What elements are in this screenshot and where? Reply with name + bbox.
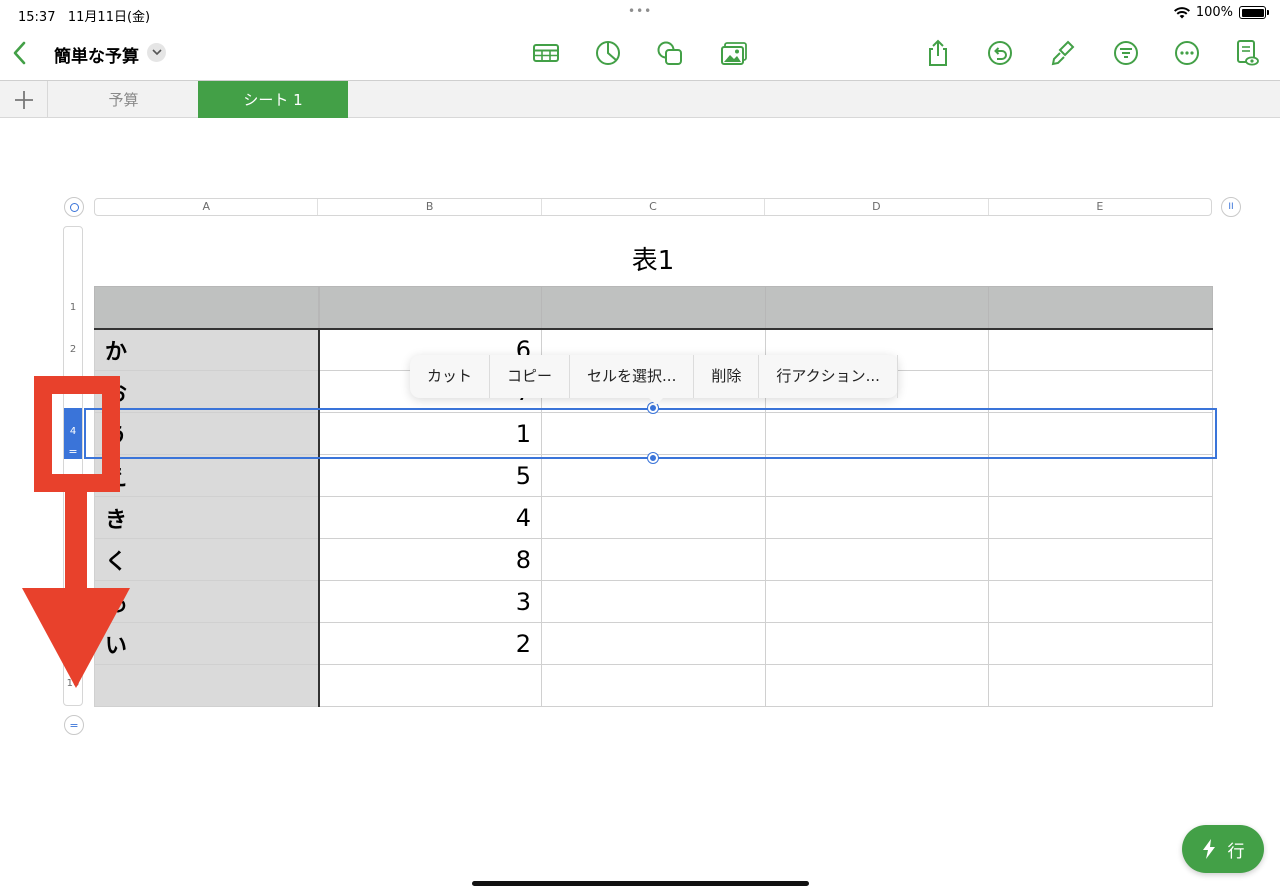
context-menu: カット コピー セルを選択... 削除 行アクション... — [410, 355, 898, 405]
row-selection-outline — [84, 408, 1217, 459]
row-header-1[interactable]: 1 — [64, 302, 82, 313]
annotation-highlight-box — [34, 376, 120, 492]
table-cell[interactable] — [541, 622, 766, 665]
battery-icon — [1239, 6, 1269, 19]
selection-handle-bottom[interactable] — [648, 453, 658, 463]
table-cell[interactable]: く — [94, 538, 320, 581]
plus-icon — [14, 90, 33, 109]
table-cell[interactable] — [541, 580, 766, 623]
table-cell[interactable]: か — [94, 328, 320, 371]
table-cell[interactable] — [988, 286, 1213, 330]
more-icon[interactable] — [1172, 38, 1202, 68]
chart-icon[interactable] — [593, 38, 623, 68]
annotation-arrow-down-icon — [22, 588, 130, 688]
tab-budget[interactable]: 予算 — [49, 81, 199, 118]
table-cell[interactable] — [765, 538, 989, 581]
table-cell[interactable] — [541, 286, 766, 330]
add-sheet-button[interactable] — [0, 81, 48, 118]
column-header-d[interactable]: D — [765, 199, 989, 215]
add-row-button[interactable]: = — [64, 715, 84, 735]
table-cell[interactable]: 8 — [318, 538, 542, 581]
column-header-c[interactable]: C — [542, 199, 766, 215]
menu-item-cut[interactable]: カット — [410, 355, 491, 398]
table-title[interactable]: 表1 — [94, 240, 1212, 277]
table-cell[interactable] — [94, 286, 320, 330]
table-cell[interactable] — [988, 496, 1213, 539]
menu-item-copy[interactable]: コピー — [490, 355, 571, 398]
menu-item-row-actions[interactable]: 行アクション... — [759, 355, 898, 398]
table-cell[interactable]: 4 — [318, 496, 542, 539]
table-cell[interactable] — [318, 664, 542, 707]
table-row: あ 3 — [94, 580, 1213, 623]
column-header-e[interactable]: E — [989, 199, 1211, 215]
annotation-arrow-shaft — [65, 491, 87, 591]
table-icon[interactable] — [531, 38, 561, 68]
back-icon[interactable] — [10, 40, 30, 66]
table-cell[interactable] — [541, 538, 766, 581]
battery-percent: 100% — [1195, 5, 1233, 20]
status-indicators: 100% — [1173, 5, 1269, 20]
document-view-icon[interactable] — [1232, 38, 1262, 68]
menu-item-select-cells[interactable]: セルを選択... — [570, 355, 695, 398]
row-actions-fab[interactable]: 行 — [1182, 825, 1264, 873]
column-header-b[interactable]: B — [318, 199, 542, 215]
table-cell[interactable] — [765, 496, 989, 539]
table-row: く 8 — [94, 538, 1213, 581]
home-indicator[interactable] — [472, 881, 809, 886]
table-cell[interactable] — [765, 286, 989, 330]
table-cell[interactable]: 3 — [318, 580, 542, 623]
table-cell[interactable] — [765, 664, 989, 707]
table-cell[interactable] — [988, 664, 1213, 707]
format-brush-icon[interactable] — [1047, 38, 1077, 68]
table-cell[interactable] — [765, 622, 989, 665]
fab-label: 行 — [1227, 841, 1245, 862]
multitasking-dots[interactable]: ••• — [628, 4, 652, 18]
add-column-button[interactable]: II — [1221, 197, 1241, 217]
share-icon[interactable] — [923, 38, 953, 68]
column-header-bar: A B C D E — [94, 198, 1212, 216]
table-cell[interactable]: 2 — [318, 622, 542, 665]
menu-pointer — [648, 397, 664, 405]
table-row — [94, 664, 1213, 707]
table-row: い 2 — [94, 622, 1213, 665]
select-table-button[interactable] — [64, 197, 84, 217]
media-icon[interactable] — [719, 38, 749, 68]
row-header-2[interactable]: 2 — [64, 344, 82, 355]
table-cell[interactable]: お — [94, 370, 320, 413]
chevron-down-icon[interactable] — [147, 43, 166, 62]
undo-icon[interactable] — [985, 38, 1015, 68]
table-cell[interactable] — [541, 664, 766, 707]
column-header-a[interactable]: A — [95, 199, 319, 215]
table-cell[interactable]: 5 — [318, 454, 542, 497]
document-title[interactable]: 簡単な予算 — [54, 42, 139, 67]
tab-sheet-1[interactable]: シート 1 — [198, 81, 348, 118]
sheet-tabs-bar: 予算 シート 1 — [0, 80, 1280, 118]
table-header-row — [94, 286, 1213, 330]
table-cell[interactable] — [988, 580, 1213, 623]
shape-icon[interactable] — [655, 38, 685, 68]
table-cell[interactable]: え — [94, 454, 320, 497]
table-cell[interactable] — [765, 454, 989, 497]
table-cell[interactable] — [988, 454, 1213, 497]
lightning-icon — [1202, 839, 1215, 859]
organize-icon[interactable] — [1111, 38, 1141, 68]
table-cell[interactable] — [988, 370, 1213, 413]
table-cell[interactable] — [988, 328, 1213, 371]
table-cell[interactable] — [541, 496, 766, 539]
wifi-icon — [1173, 6, 1190, 18]
table-row: き 4 — [94, 496, 1213, 539]
table-cell[interactable] — [318, 286, 542, 330]
menu-item-delete[interactable]: 削除 — [694, 355, 760, 398]
data-table: か 6 お 7 う 1 え 5 き 4 く 8 あ 3 い 2 — [94, 286, 1213, 707]
table-cell[interactable] — [765, 580, 989, 623]
status-time: 15:37 11月11日(金) — [18, 10, 151, 25]
table-cell[interactable] — [988, 538, 1213, 581]
table-cell[interactable]: き — [94, 496, 320, 539]
table-cell[interactable] — [988, 622, 1213, 665]
